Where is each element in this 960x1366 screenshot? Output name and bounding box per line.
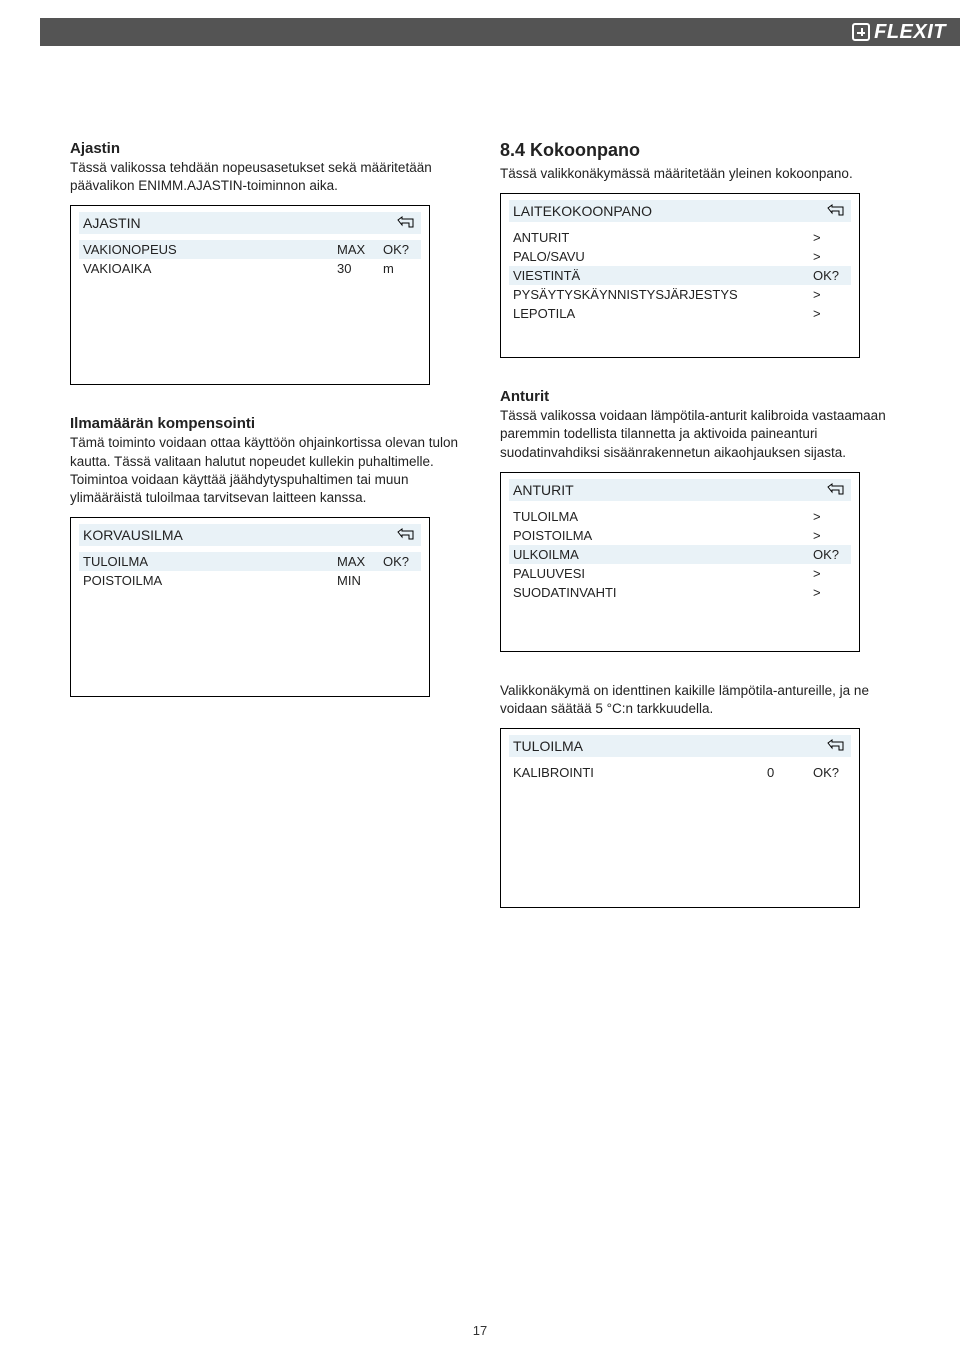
row-action: OK? (383, 242, 417, 257)
menu-title-row: LAITEKOKOONPANO (509, 200, 851, 222)
row-label: PALO/SAVU (513, 249, 767, 264)
menu-title: LAITEKOKOONPANO (513, 203, 652, 219)
row-label: VIESTINTÄ (513, 268, 767, 283)
menu-row: POISTOILMA > (509, 526, 851, 545)
menu-title-row: TULOILMA (509, 735, 851, 757)
row-label: PYSÄYTYSKÄYNNISTYSJÄRJESTYS (513, 287, 767, 302)
menu-title-row: KORVAUSILMA (79, 524, 421, 546)
page-number: 17 (0, 1323, 960, 1338)
row-label: VAKIOAIKA (83, 261, 337, 276)
row-label: POISTOILMA (513, 528, 767, 543)
row-action: > (813, 566, 847, 581)
row-action: > (813, 230, 847, 245)
desc-tuloilma: Valikkonäkymä on identtinen kaikille läm… (500, 682, 890, 718)
row-action: > (813, 509, 847, 524)
row-action: OK? (813, 765, 847, 780)
menu-row: SUODATINVAHTI > (509, 583, 851, 602)
row-value: MAX (337, 554, 383, 569)
row-unit: m (383, 261, 417, 276)
row-label: TULOILMA (513, 509, 767, 524)
row-value: MAX (337, 242, 383, 257)
brand-text: FLEXIT (874, 21, 946, 44)
menu-row: PALO/SAVU > (509, 247, 851, 266)
left-column: Ajastin Tässä valikossa tehdään nopeusas… (70, 140, 460, 938)
menu-row: PALUUVESI > (509, 564, 851, 583)
menu-row: TULOILMA MAX OK? (79, 552, 421, 571)
desc-ilma: Tämä toiminto voidaan ottaa käyttöön ohj… (70, 434, 460, 507)
menu-title-row: AJASTIN (79, 212, 421, 234)
menu-row: LEPOTILA > (509, 304, 851, 323)
menu-ajastin: AJASTIN VAKIONOPEUS MAX OK? VAKIOAIKA 30… (70, 205, 430, 385)
menu-row: VIESTINTÄ OK? (509, 266, 851, 285)
row-label: KALIBROINTI (513, 765, 767, 780)
menu-title: AJASTIN (83, 215, 141, 231)
menu-tuloilma: TULOILMA KALIBROINTI 0 OK? (500, 728, 860, 908)
menu-row: VAKIOAIKA 30 m (79, 259, 421, 278)
row-label: PALUUVESI (513, 566, 767, 581)
back-icon (827, 739, 847, 753)
row-action: > (813, 249, 847, 264)
heading-ilma: Ilmamäärän kompensointi (70, 415, 460, 432)
desc-ajastin: Tässä valikossa tehdään nopeusasetukset … (70, 159, 460, 195)
row-value: 30 (337, 261, 383, 276)
row-label: TULOILMA (83, 554, 337, 569)
back-icon (397, 216, 417, 230)
menu-title: KORVAUSILMA (83, 527, 183, 543)
brand-logo: FLEXIT (852, 21, 946, 44)
menu-row: TULOILMA > (509, 507, 851, 526)
menu-row: POISTOILMA MIN (79, 571, 421, 590)
row-value: MIN (337, 573, 383, 588)
row-label: ULKOILMA (513, 547, 767, 562)
header-bar: FLEXIT (40, 18, 960, 46)
menu-title: ANTURIT (513, 482, 574, 498)
desc-kokoonpano: Tässä valikkonäkymässä määritetään ylein… (500, 165, 890, 183)
row-action: OK? (383, 554, 417, 569)
row-label: SUODATINVAHTI (513, 585, 767, 600)
menu-row: ANTURIT > (509, 228, 851, 247)
menu-title: TULOILMA (513, 738, 583, 754)
menu-row: ULKOILMA OK? (509, 545, 851, 564)
heading-kokoonpano: 8.4 Kokoonpano (500, 140, 890, 161)
row-action: > (813, 287, 847, 302)
row-action: OK? (813, 268, 847, 283)
menu-row: KALIBROINTI 0 OK? (509, 763, 851, 782)
heading-anturit: Anturit (500, 388, 890, 405)
menu-laitekokoonpano: LAITEKOKOONPANO ANTURIT > PALO/SAVU > VI… (500, 193, 860, 358)
page-content: Ajastin Tässä valikossa tehdään nopeusas… (70, 140, 890, 938)
row-label: LEPOTILA (513, 306, 767, 321)
back-icon (827, 204, 847, 218)
right-column: 8.4 Kokoonpano Tässä valikkonäkymässä mä… (500, 140, 890, 938)
row-action: OK? (813, 547, 847, 562)
brand-icon (852, 23, 870, 41)
row-action: > (813, 528, 847, 543)
row-value: 0 (767, 765, 813, 780)
row-action: > (813, 585, 847, 600)
row-action: > (813, 306, 847, 321)
heading-ajastin: Ajastin (70, 140, 460, 157)
back-icon (827, 483, 847, 497)
menu-row: PYSÄYTYSKÄYNNISTYSJÄRJESTYS > (509, 285, 851, 304)
row-label: POISTOILMA (83, 573, 337, 588)
menu-row: VAKIONOPEUS MAX OK? (79, 240, 421, 259)
row-label: VAKIONOPEUS (83, 242, 337, 257)
menu-anturit: ANTURIT TULOILMA > POISTOILMA > ULKOILMA… (500, 472, 860, 652)
back-icon (397, 528, 417, 542)
desc-anturit: Tässä valikossa voidaan lämpötila-anturi… (500, 407, 890, 462)
menu-title-row: ANTURIT (509, 479, 851, 501)
row-label: ANTURIT (513, 230, 767, 245)
menu-korvausilma: KORVAUSILMA TULOILMA MAX OK? POISTOILMA … (70, 517, 430, 697)
